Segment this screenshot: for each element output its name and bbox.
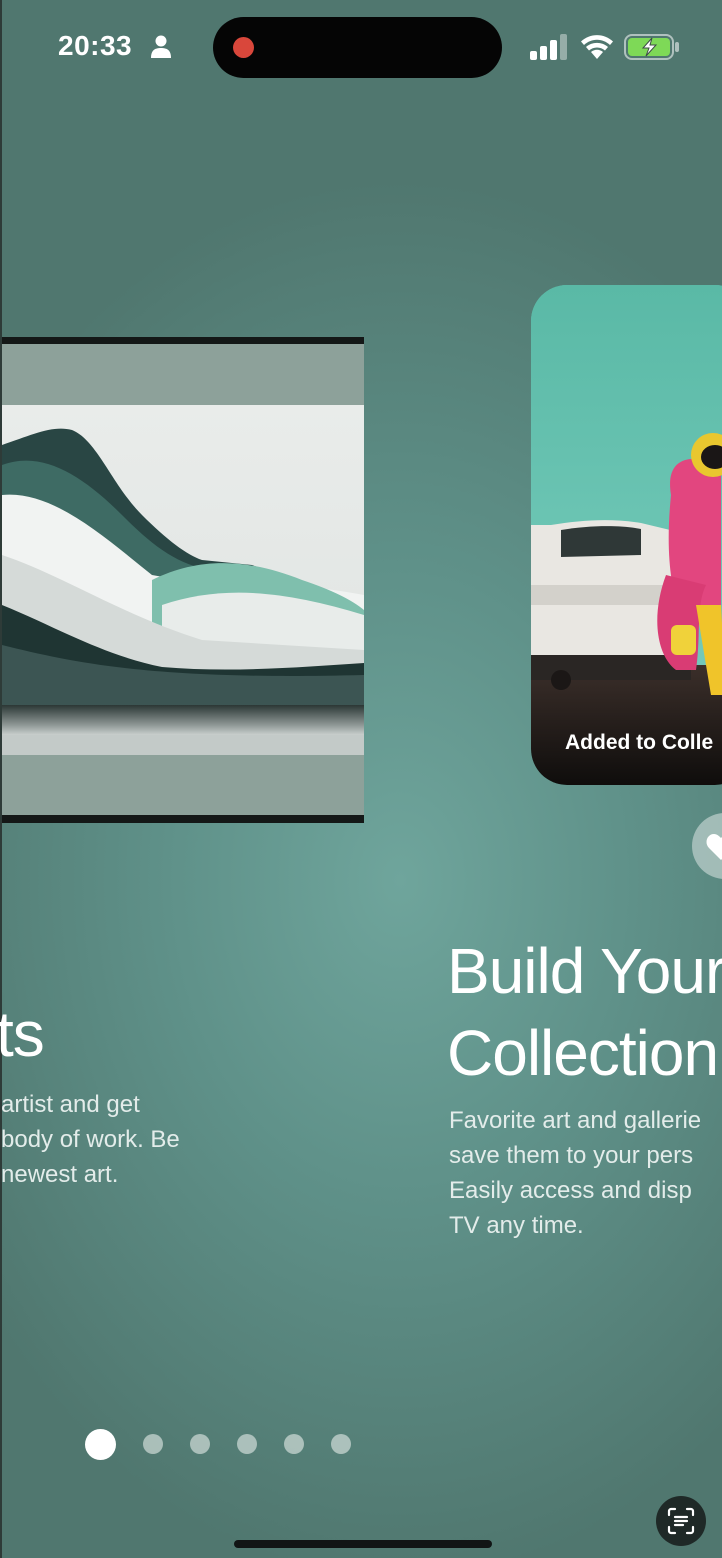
heart-icon [706, 834, 722, 860]
page-dot[interactable] [284, 1434, 304, 1454]
astronaut-artwork-image [531, 285, 722, 785]
slide-1-description-line: newest art. [1, 1161, 119, 1188]
page-dot[interactable] [331, 1434, 351, 1454]
person-icon [151, 35, 171, 58]
slide-1-description-line: artist and get [1, 1091, 140, 1118]
live-text-scan-button[interactable] [656, 1496, 706, 1546]
page-indicator[interactable] [85, 1428, 351, 1460]
slide-1-title: ts [0, 998, 45, 1070]
page-dot[interactable] [190, 1434, 210, 1454]
slide-2-description-line: TV any time. [449, 1212, 584, 1239]
recording-indicator [233, 37, 254, 58]
added-to-collection-label: Added to Colle [565, 731, 714, 754]
text-scan-icon [667, 1507, 695, 1535]
slide-2-title-line: Build Your [447, 935, 722, 1007]
cellular-signal-icon [530, 34, 567, 60]
page-dot[interactable] [237, 1434, 257, 1454]
slide-2-description: Favorite art and gallerie save them to y… [449, 1103, 701, 1243]
status-time: 20:33 [58, 30, 133, 61]
page-dot[interactable] [143, 1434, 163, 1454]
slide-2-description-line: Favorite art and gallerie [449, 1107, 702, 1134]
landscape-artwork-image [2, 405, 364, 755]
slide-1-description: artist and get body of work. Be newest a… [1, 1087, 180, 1192]
slide-2-title: Build Your Collection [447, 930, 722, 1094]
collection-artwork-card[interactable] [531, 285, 722, 785]
wifi-icon [581, 35, 613, 59]
slide-2-title-line: Collection [447, 1017, 719, 1089]
slide-2-description-line: save them to your pers [449, 1142, 694, 1169]
favorite-button[interactable] [692, 813, 722, 879]
battery-charging-icon [624, 34, 679, 60]
page-dot-active[interactable] [85, 1428, 116, 1460]
slide-2-description-line: Easily access and disp [449, 1177, 692, 1204]
dynamic-island [213, 17, 502, 78]
home-indicator[interactable] [234, 1540, 492, 1548]
slide-1-description-line: body of work. Be [1, 1126, 180, 1153]
